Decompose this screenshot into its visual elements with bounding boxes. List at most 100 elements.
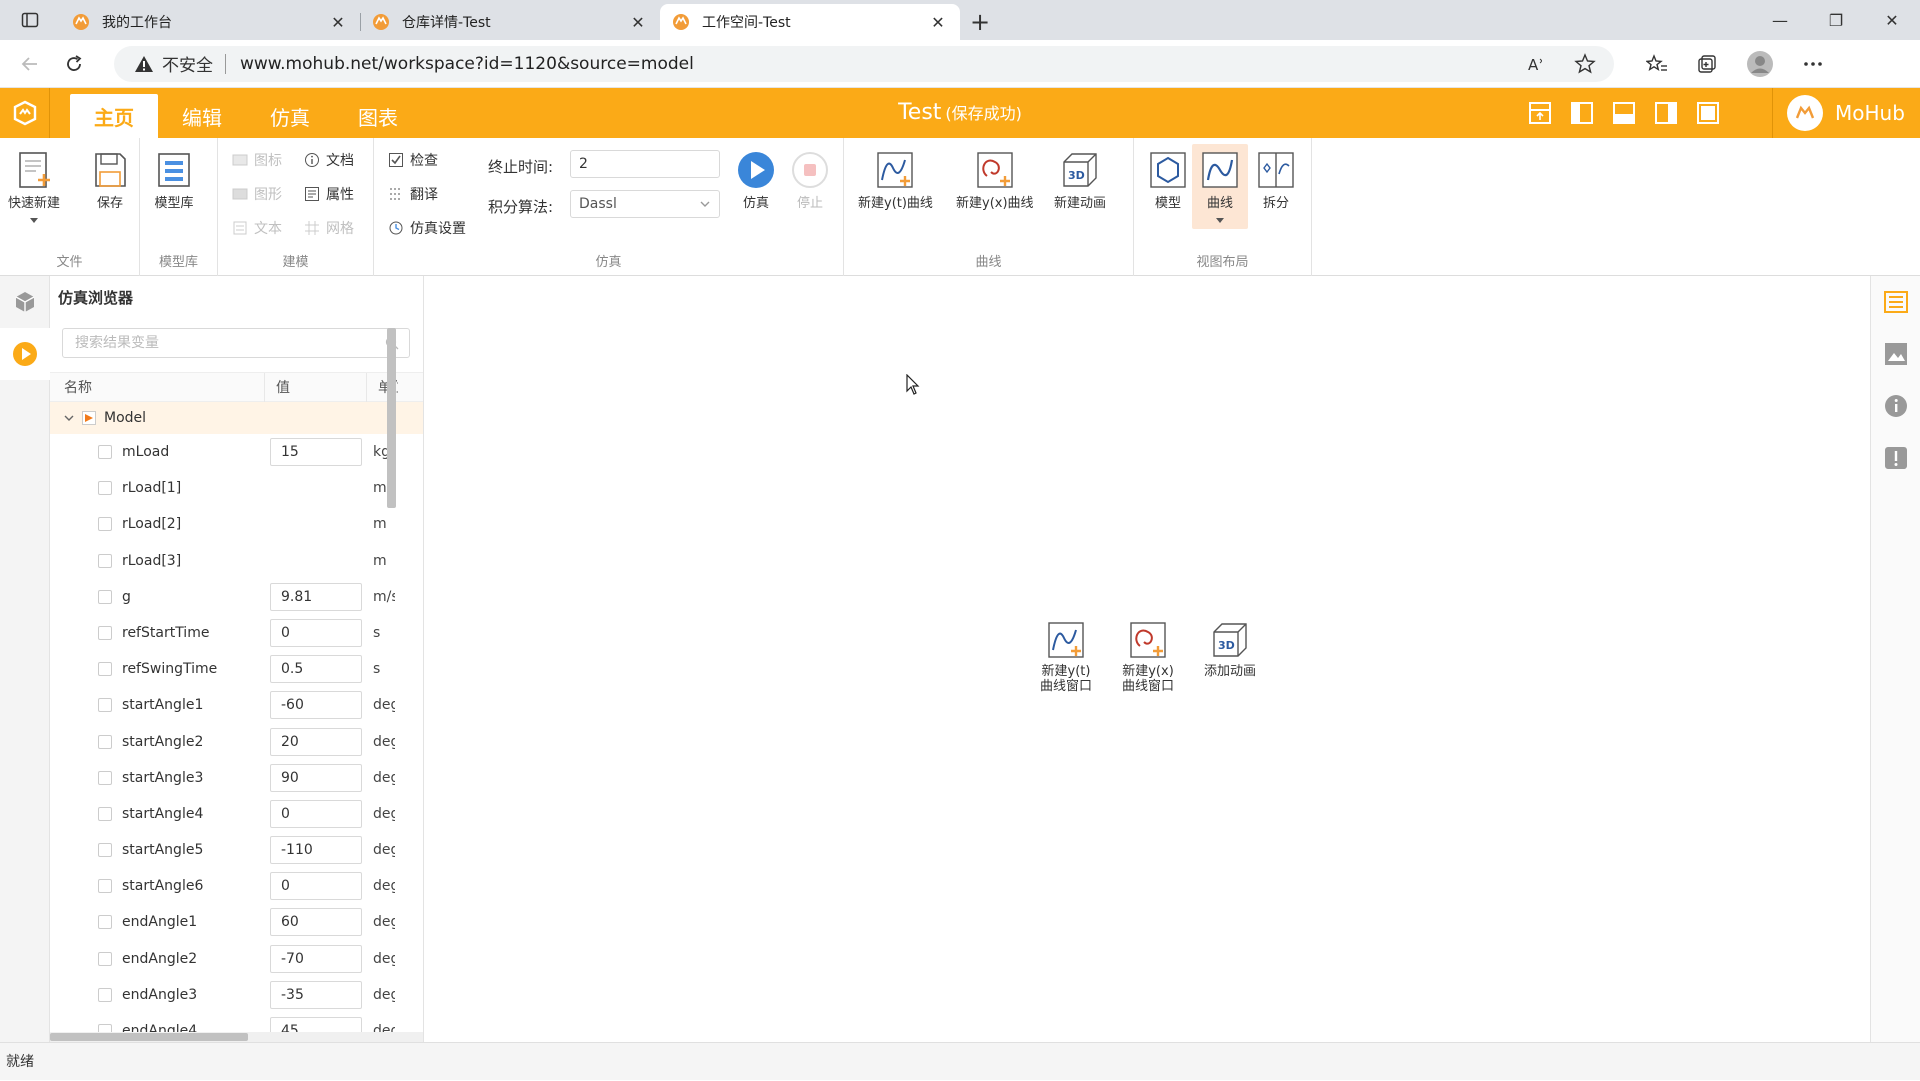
back-button[interactable] [8,46,52,82]
variable-checkbox[interactable] [98,553,112,568]
layout-full-icon[interactable] [1696,101,1720,125]
tab-home[interactable]: 主页 [70,94,158,138]
brand-menu[interactable]: MoHub [1772,88,1920,138]
more-options-icon[interactable] [1802,53,1824,75]
variable-value-input[interactable]: 15 [270,438,362,466]
stop-button[interactable]: 停止 [790,150,830,211]
column-name-header[interactable]: 名称 [64,373,92,403]
table-row[interactable]: startAngle2 20 deg [50,724,423,760]
layout-top-icon[interactable] [1528,101,1552,125]
new-tab-button[interactable]: + [960,4,1000,40]
profile-avatar-icon[interactable] [1746,50,1774,78]
variable-checkbox[interactable] [98,915,112,930]
icon-view-button[interactable]: 图标 [232,150,282,170]
chevron-down-icon[interactable] [64,413,74,423]
quick-add-animation[interactable]: 3D 添加动画 [1197,620,1263,694]
reload-button[interactable] [52,46,96,82]
table-row[interactable]: startAngle4 0 deg [50,796,423,832]
variable-value-input[interactable]: 9.81 [270,582,362,611]
properties-button[interactable]: 属性 [304,184,354,204]
variable-checkbox[interactable] [98,734,112,749]
variable-checkbox[interactable] [98,662,112,677]
layout-right-icon[interactable] [1654,101,1678,125]
table-row[interactable]: startAngle5 -110 deg [50,832,423,868]
tab-close-icon[interactable]: ✕ [928,13,948,32]
dropdown-caret-icon[interactable] [29,217,39,225]
table-row[interactable]: endAngle1 60 deg [50,904,423,940]
variable-checkbox[interactable] [98,445,112,459]
favorites-icon[interactable] [1646,53,1668,75]
simulation-settings-button[interactable]: 仿真设置 [388,218,466,238]
table-row[interactable]: endAngle3 -35 deg [50,977,423,1013]
model-library-button[interactable]: 模型库 [154,150,194,211]
variable-checkbox[interactable] [98,951,112,966]
variable-value-input[interactable]: -35 [270,980,362,1009]
table-row[interactable]: rLoad[2] m [50,506,423,542]
rail-info-view[interactable] [1871,380,1920,432]
graphic-view-button[interactable]: 图形 [232,184,282,204]
variable-value-input[interactable]: 60 [270,908,362,937]
variable-value-input[interactable]: -60 [270,691,362,720]
variable-checkbox[interactable] [98,517,112,532]
variable-value-input[interactable]: 0.5 [270,655,362,684]
variable-checkbox[interactable] [98,879,112,894]
scrollbar-thumb[interactable] [50,1033,248,1041]
add-favorite-icon[interactable] [1574,52,1596,75]
new-yt-curve-button[interactable]: 新建y(t)曲线 [858,150,933,211]
security-label[interactable]: 不安全 [162,51,213,76]
variable-value-input[interactable]: 0 [270,872,362,901]
rail-alert-view[interactable] [1871,432,1920,484]
url-text[interactable]: www.mohub.net/workspace?id=1120&source=m… [240,54,694,74]
vertical-scrollbar[interactable] [387,328,396,508]
model-view-button[interactable]: 模型 [1148,150,1188,211]
variable-checkbox[interactable] [98,770,112,785]
rail-model-browser[interactable] [0,276,50,328]
collections-icon[interactable] [1696,53,1718,75]
grid-button[interactable]: 网格 [304,218,354,238]
variable-checkbox[interactable] [98,625,112,640]
dropdown-caret-icon[interactable] [1215,217,1225,225]
restore-button[interactable]: ❐ [1808,0,1864,40]
table-row[interactable]: refStartTime 0 s [50,615,423,651]
variable-checkbox[interactable] [98,843,112,858]
variable-value-input[interactable]: 0 [270,799,362,828]
close-window-button[interactable]: ✕ [1864,0,1920,40]
variable-value-input[interactable]: -70 [270,944,362,973]
column-value-header[interactable]: 值 [276,373,290,403]
search-input[interactable] [75,335,375,351]
table-row[interactable]: g 9.81 m/s2 [50,579,423,615]
variable-checkbox[interactable] [98,806,112,821]
variable-checkbox[interactable] [98,481,112,496]
tab-edit[interactable]: 编辑 [158,94,246,138]
quick-new-yt-window[interactable]: 新建y(t) 曲线窗口 [1033,620,1099,694]
table-row[interactable]: startAngle3 90 deg [50,760,423,796]
rail-simulation-browser[interactable] [0,328,50,380]
variable-value-input[interactable]: -110 [270,836,362,865]
workspace-canvas[interactable]: 新建y(t) 曲线窗口 新建y(x) 曲线窗口 3D 添加动画 [425,276,1871,1042]
variable-checkbox[interactable] [98,589,112,604]
tab-charts[interactable]: 图表 [334,94,422,138]
save-button[interactable]: 保存 [90,150,130,211]
documentation-button[interactable]: 文档 [304,150,354,170]
table-row[interactable]: startAngle1 -60 deg [50,687,423,723]
horizontal-scrollbar[interactable] [50,1032,423,1042]
curve-view-button[interactable]: 曲线 [1192,144,1248,229]
table-row[interactable]: endAngle2 -70 deg [50,941,423,977]
browser-tab-workbench[interactable]: 我的工作台 ✕ [60,4,360,40]
quick-new-button[interactable]: 快速新建 [8,150,60,225]
check-button[interactable]: 检查 [388,150,438,170]
tab-actions-button[interactable] [0,0,60,40]
omnibox[interactable]: 不安全 www.mohub.net/workspace?id=1120&sour… [114,45,1614,82]
new-animation-button[interactable]: 3D 新建动画 [1054,150,1106,211]
variable-value-input[interactable]: 20 [270,727,362,756]
variable-value-input[interactable]: 0 [270,618,362,647]
stop-time-input[interactable] [570,150,720,178]
table-row[interactable]: mLoad 15 kg [50,434,423,470]
rail-list-view[interactable] [1871,276,1920,328]
tree-root-model[interactable]: Model [50,402,423,434]
variable-value-input[interactable]: 90 [270,763,362,792]
table-row[interactable]: refSwingTime 0.5 s [50,651,423,687]
read-aloud-icon[interactable]: A [1526,53,1548,75]
split-view-button[interactable]: 拆分 [1256,150,1296,211]
layout-bottom-icon[interactable] [1612,101,1636,125]
